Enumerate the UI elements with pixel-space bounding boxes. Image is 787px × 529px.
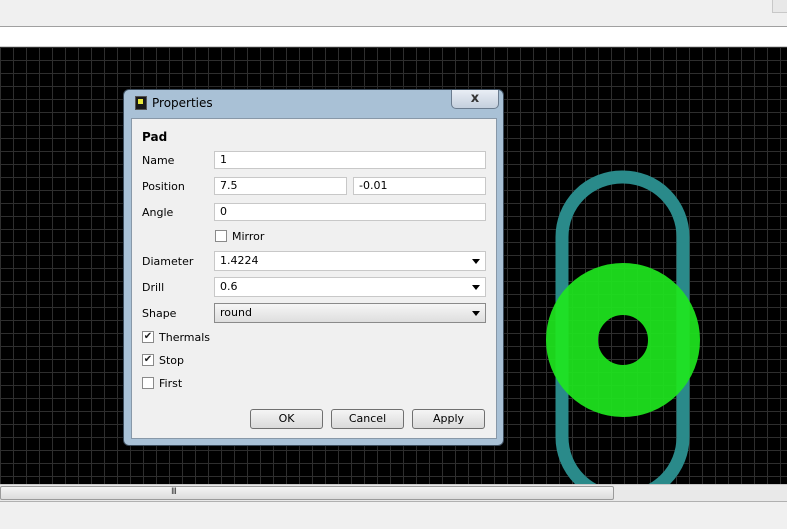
bottom-bar: [0, 501, 787, 529]
apply-button[interactable]: Apply: [412, 409, 485, 429]
close-button[interactable]: x: [451, 90, 499, 109]
dialog-titlebar[interactable]: Properties x: [124, 90, 503, 117]
check-icon: ✔: [143, 331, 153, 342]
copper-pad-ring[interactable]: [546, 263, 700, 417]
position-x-field[interactable]: 7.5: [214, 177, 347, 195]
dialog-title: Properties: [152, 96, 213, 110]
drill-combo[interactable]: 0.6: [214, 277, 486, 297]
dialog-body: Pad Name 1 Position 7.5 -0.01 Angle 0 Mi…: [131, 118, 497, 439]
mirror-checkbox[interactable]: [215, 230, 227, 242]
scrollbar-thumb[interactable]: III: [0, 486, 614, 500]
diameter-label: Diameter: [142, 255, 194, 268]
shape-combo[interactable]: round: [214, 303, 486, 323]
close-icon: x: [470, 91, 480, 106]
name-label: Name: [142, 154, 175, 167]
stop-checkbox[interactable]: ✔: [142, 354, 154, 366]
status-strip: [0, 27, 787, 47]
section-title: Pad: [142, 130, 168, 144]
name-field[interactable]: 1: [214, 151, 486, 169]
position-y-field[interactable]: -0.01: [353, 177, 486, 195]
first-checkbox[interactable]: [142, 377, 154, 389]
properties-dialog: Properties x Pad Name 1 Position 7.5 -0.…: [123, 89, 504, 446]
stop-label: Stop: [159, 354, 185, 367]
shape-label: Shape: [142, 307, 177, 320]
mirror-label: Mirror: [232, 230, 265, 243]
first-label: First: [159, 377, 183, 390]
horizontal-scrollbar[interactable]: III: [0, 484, 787, 501]
top-toolbar: [0, 0, 787, 27]
position-label: Position: [142, 180, 185, 193]
chevron-down-icon: [472, 285, 480, 290]
cancel-button[interactable]: Cancel: [331, 409, 404, 429]
diameter-combo[interactable]: 1.4224: [214, 251, 486, 271]
app-icon: [135, 96, 147, 110]
chevron-down-icon: [472, 259, 480, 264]
angle-field[interactable]: 0: [214, 203, 486, 221]
ok-button[interactable]: OK: [250, 409, 323, 429]
drill-label: Drill: [142, 281, 165, 294]
shape-value: round: [220, 306, 252, 319]
window-corner: [772, 0, 787, 13]
thermals-checkbox[interactable]: ✔: [142, 331, 154, 343]
check-icon: ✔: [143, 354, 153, 365]
angle-label: Angle: [142, 206, 174, 219]
thermals-label: Thermals: [159, 331, 211, 344]
scrollbar-grip-icon: III: [171, 487, 177, 497]
diameter-value: 1.4224: [220, 254, 259, 267]
chevron-down-icon: [472, 311, 480, 316]
drill-value: 0.6: [220, 280, 238, 293]
